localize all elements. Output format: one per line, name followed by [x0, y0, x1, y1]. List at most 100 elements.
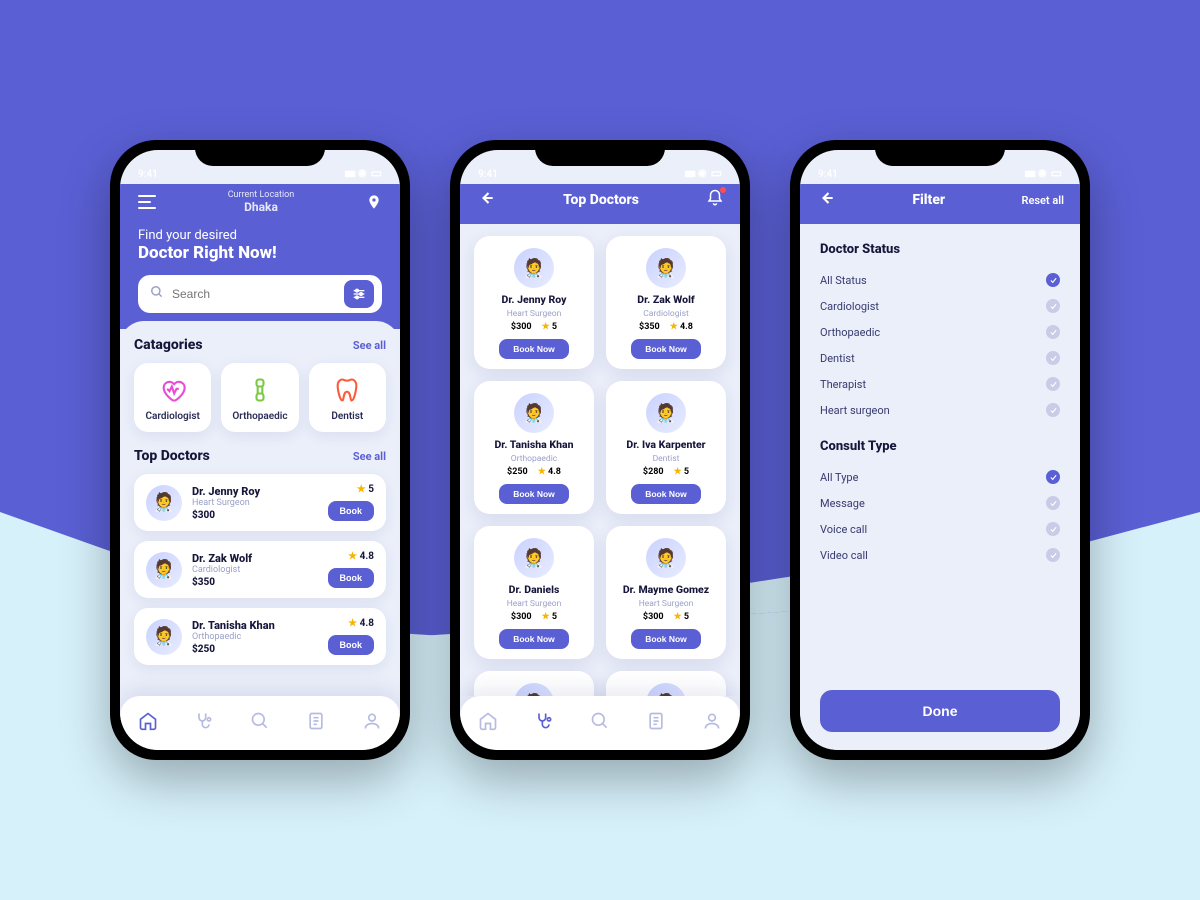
filter-option[interactable]: Heart surgeon: [820, 397, 1060, 423]
doctor-specialty: Cardiologist: [192, 565, 318, 575]
device-notch: [875, 140, 1005, 166]
mockup-stage: 9:41 Current Location Dhaka: [0, 0, 1200, 900]
nav-records[interactable]: [646, 711, 666, 735]
filter-option[interactable]: Dentist: [820, 345, 1060, 371]
filter-option[interactable]: Orthopaedic: [820, 319, 1060, 345]
nav-home[interactable]: [138, 711, 158, 735]
reset-button[interactable]: Reset all: [1021, 194, 1064, 207]
doctor-avatar: 🧑‍⚕️: [146, 619, 182, 655]
doctor-rating: ★ 5: [542, 322, 557, 332]
doctor-row[interactable]: 🧑‍⚕️ Dr. Zak Wolf Cardiologist $350 ★ 4.…: [134, 541, 386, 598]
category-icon: [315, 375, 380, 405]
device-notch: [535, 140, 665, 166]
nav-doctors[interactable]: [194, 711, 214, 735]
check-icon: [1046, 403, 1060, 417]
doctor-meta: $250 ★ 4.8: [507, 467, 561, 477]
filter-option[interactable]: All Status: [820, 267, 1060, 293]
doctor-rating: ★ 5: [542, 612, 557, 622]
book-now-button[interactable]: Book Now: [631, 339, 701, 359]
nav-profile[interactable]: [362, 711, 382, 735]
book-now-button[interactable]: Book Now: [631, 484, 701, 504]
book-now-button[interactable]: Book Now: [499, 629, 569, 649]
book-now-button[interactable]: Book Now: [499, 484, 569, 504]
check-icon: [1046, 325, 1060, 339]
filter-option[interactable]: Voice call: [820, 516, 1060, 542]
check-icon: [1046, 522, 1060, 536]
book-now-button[interactable]: Book Now: [631, 629, 701, 649]
doctor-rating: ★ 4.8: [670, 322, 693, 332]
doctor-card[interactable]: 🧑‍⚕️ Dr. Iva Karpenter Dentist $280 ★ 5 …: [606, 381, 726, 514]
check-icon: [1046, 470, 1060, 484]
doctor-row[interactable]: 🧑‍⚕️ Dr. Tanisha Khan Orthopaedic $250 ★…: [134, 608, 386, 665]
filter-group-consult-title: Consult Type: [820, 439, 1060, 454]
doctor-info: Dr. Tanisha Khan Orthopaedic $250: [192, 619, 318, 655]
category-icon: [140, 375, 205, 405]
star-icon: ★: [542, 612, 550, 622]
filter-header: Filter Reset all: [800, 184, 1080, 224]
doctor-meta: $300 ★ 5: [643, 612, 689, 622]
categories-title: Catagories: [134, 337, 203, 353]
filter-option[interactable]: Therapist: [820, 371, 1060, 397]
doctor-specialty: Cardiologist: [643, 309, 689, 319]
top-doctors-see-all[interactable]: See all: [353, 450, 386, 463]
back-button[interactable]: [816, 188, 836, 212]
filter-option[interactable]: Video call: [820, 542, 1060, 568]
nav-doctors[interactable]: [534, 711, 554, 735]
done-button[interactable]: Done: [820, 690, 1060, 732]
star-icon: ★: [357, 484, 366, 495]
doctor-avatar: 🧑‍⚕️: [646, 393, 686, 433]
screen-filter: 9:41 Filter Reset all Doctor Status All …: [800, 150, 1080, 750]
doctor-avatar: 🧑‍⚕️: [514, 393, 554, 433]
doctor-specialty: Heart Surgeon: [639, 599, 694, 609]
doctor-price: $300: [643, 612, 664, 622]
filter-option[interactable]: Message: [820, 490, 1060, 516]
home-body: Catagories See all Cardiologist Orthopae…: [120, 321, 400, 696]
screen-doctors: 9:41 Top Doctors 🧑‍⚕️ Dr.: [460, 150, 740, 750]
category-label: Orthopaedic: [227, 411, 292, 422]
notifications-icon[interactable]: [706, 189, 724, 211]
doctor-row[interactable]: 🧑‍⚕️ Dr. Jenny Roy Heart Surgeon $300 ★ …: [134, 474, 386, 531]
nav-records[interactable]: [306, 711, 326, 735]
doctor-card[interactable]: 🧑‍⚕️ Dr. Tanisha Khan Orthopaedic $250 ★…: [474, 381, 594, 514]
star-icon: ★: [538, 467, 546, 477]
book-button[interactable]: Book: [328, 635, 375, 655]
filter-button[interactable]: [344, 280, 374, 308]
filter-option[interactable]: Cardiologist: [820, 293, 1060, 319]
doctor-info: Dr. Zak Wolf Cardiologist $350: [192, 552, 318, 588]
category-label: Cardiologist: [140, 411, 205, 422]
back-button[interactable]: [476, 188, 496, 212]
menu-icon[interactable]: [138, 195, 156, 209]
filter-option[interactable]: All Type: [820, 464, 1060, 490]
location-pin-icon[interactable]: [366, 194, 382, 210]
doctor-card[interactable]: 🧑‍⚕️ Dr. Zak Wolf Cardiologist $350 ★ 4.…: [606, 236, 726, 369]
search-bar[interactable]: [138, 275, 382, 313]
status-indicators: [684, 166, 722, 180]
doctor-card[interactable]: 🧑‍⚕️ Dr. Jenny Roy Heart Surgeon $300 ★ …: [474, 671, 594, 696]
book-button[interactable]: Book: [328, 568, 375, 588]
filter-option-label: Voice call: [820, 523, 867, 536]
search-input[interactable]: [172, 287, 336, 301]
book-button[interactable]: Book: [328, 501, 375, 521]
doctor-specialty: Orthopaedic: [192, 632, 318, 642]
nav-profile[interactable]: [702, 711, 722, 735]
categories-see-all[interactable]: See all: [353, 339, 386, 352]
nav-home[interactable]: [478, 711, 498, 735]
book-now-button[interactable]: Book Now: [499, 339, 569, 359]
doctor-card[interactable]: 🧑‍⚕️ Dr. Jenny Roy Heart Surgeon $300 ★ …: [474, 236, 594, 369]
nav-search[interactable]: [250, 711, 270, 735]
star-icon: ★: [542, 322, 550, 332]
doctor-specialty: Orthopaedic: [511, 454, 557, 464]
category-card[interactable]: Dentist: [309, 363, 386, 432]
star-icon: ★: [674, 612, 682, 622]
doctor-info: Dr. Jenny Roy Heart Surgeon $300: [192, 485, 318, 521]
location-display[interactable]: Current Location Dhaka: [228, 190, 295, 214]
nav-search[interactable]: [590, 711, 610, 735]
doctor-card[interactable]: 🧑‍⚕️ Dr. Mayme Gomez Heart Surgeon $300 …: [606, 526, 726, 659]
category-card[interactable]: Cardiologist: [134, 363, 211, 432]
device-notch: [195, 140, 325, 166]
doctor-avatar: 🧑‍⚕️: [646, 538, 686, 578]
doctor-card[interactable]: 🧑‍⚕️ Dr. Jhonshon Cardiologist $350 ★ 4.…: [606, 671, 726, 696]
doctor-card[interactable]: 🧑‍⚕️ Dr. Daniels Heart Surgeon $300 ★ 5 …: [474, 526, 594, 659]
signal-icon: [344, 168, 354, 179]
category-card[interactable]: Orthopaedic: [221, 363, 298, 432]
